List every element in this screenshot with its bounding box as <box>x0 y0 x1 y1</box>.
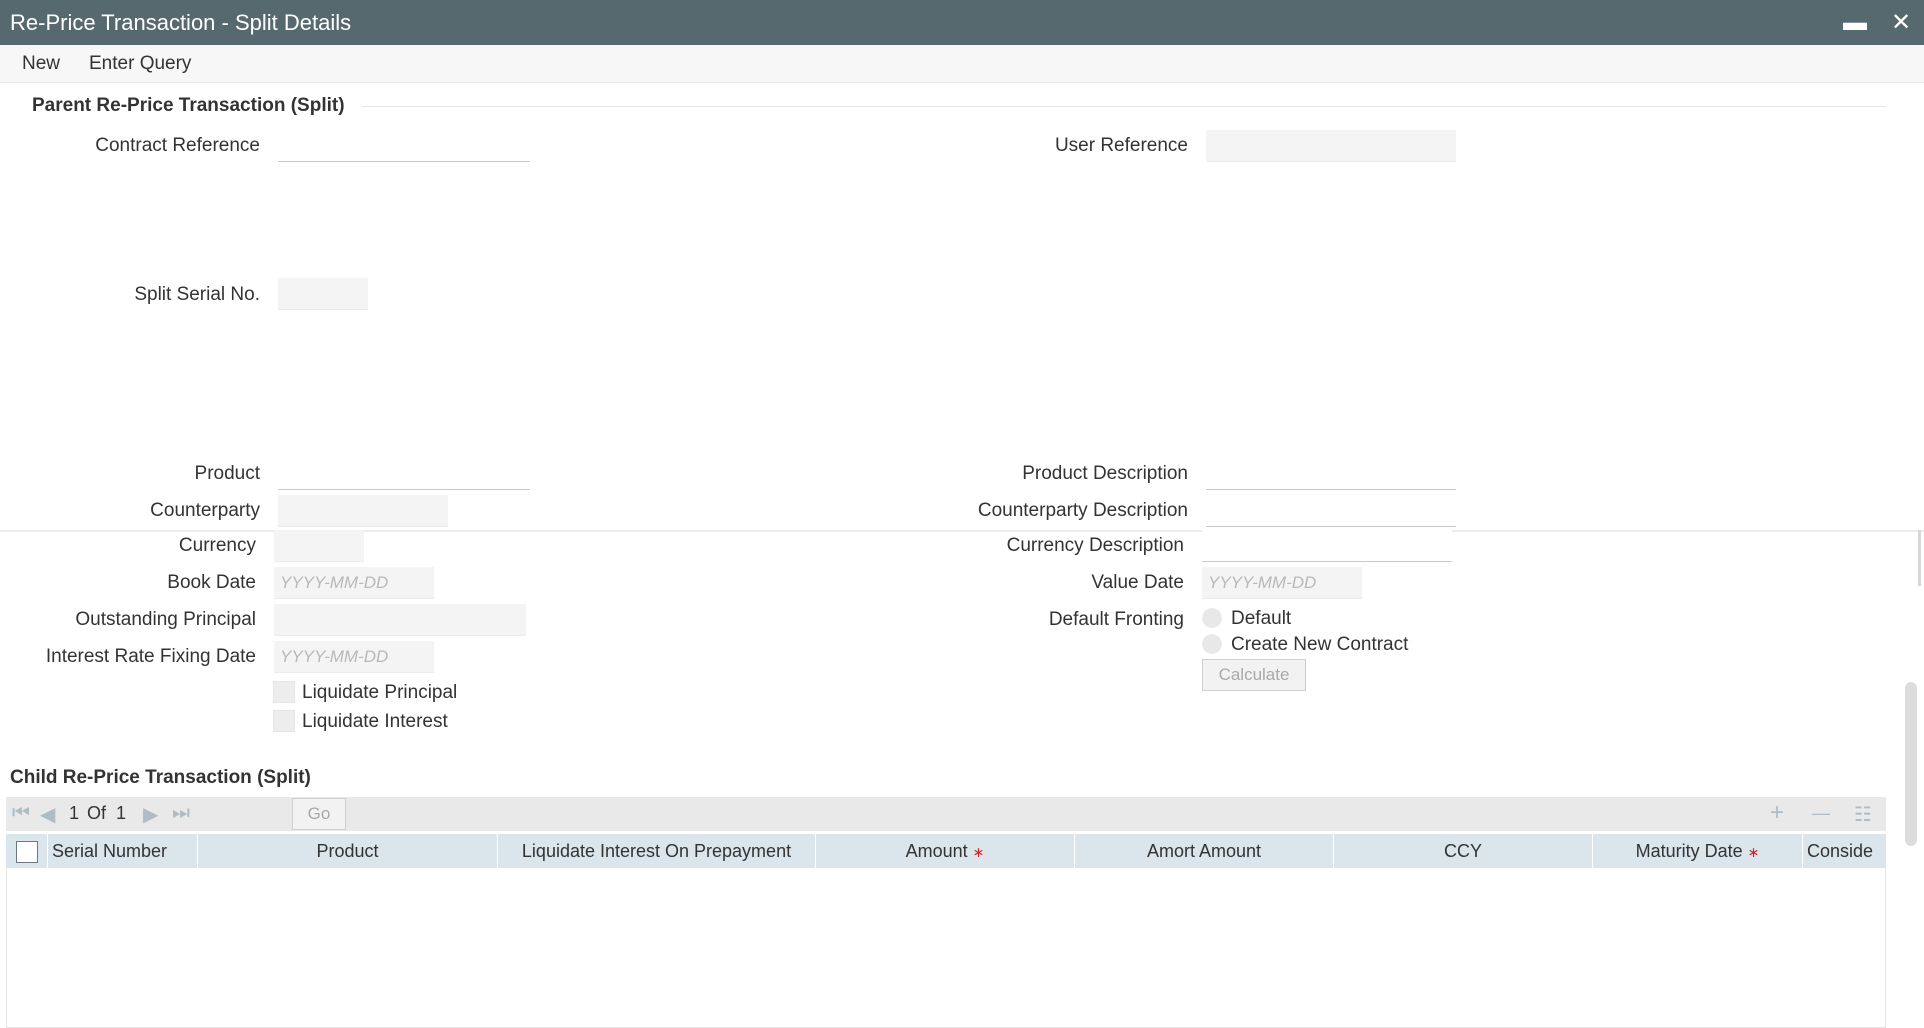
product-description-label: Product Description <box>1022 463 1188 484</box>
select-all-cell <box>6 834 48 868</box>
liquidate-principal-label: Liquidate Principal <box>302 682 458 703</box>
last-page-icon[interactable]: ⏭ <box>172 802 190 825</box>
grid-toolbar: ⏮ ◀ 1 Of 1 ▶ ⏭ Go + — ☷ <box>6 797 1886 831</box>
parent-section-title: Parent Re-Price Transaction (Split) <box>32 95 345 116</box>
column-conside[interactable]: Conside <box>1803 834 1886 868</box>
child-section-title: Child Re-Price Transaction (Split) <box>10 767 311 788</box>
enter-query-button[interactable]: Enter Query <box>89 53 191 75</box>
total-pages: 1 <box>116 803 127 823</box>
currency-description-label: Currency Description <box>1006 535 1184 556</box>
value-date-input[interactable]: YYYY-MM-DD <box>1202 567 1362 599</box>
book-date-label: Book Date <box>167 572 256 593</box>
liquidate-principal-checkbox[interactable] <box>273 681 295 703</box>
view-row-icon[interactable]: ☷ <box>1854 802 1872 827</box>
go-button[interactable]: Go <box>292 798 346 830</box>
product-label: Product <box>194 463 260 484</box>
outstanding-principal-label: Outstanding Principal <box>75 609 256 630</box>
section-divider <box>362 106 1886 107</box>
default-radio[interactable] <box>1202 608 1222 628</box>
counterparty-label: Counterparty <box>150 500 260 521</box>
split-serial-input[interactable] <box>278 278 368 310</box>
column-liquidate-interest-on-prepayment[interactable]: Liquidate Interest On Prepayment <box>498 834 816 868</box>
value-date-label: Value Date <box>1091 572 1184 593</box>
default-fronting-label: Default Fronting <box>1048 609 1184 630</box>
counterparty-input[interactable] <box>278 495 448 527</box>
outstanding-principal-input[interactable] <box>274 604 526 636</box>
close-icon[interactable]: ✕ <box>1886 8 1916 38</box>
next-page-icon[interactable]: ▶ <box>143 802 158 827</box>
new-button[interactable]: New <box>22 53 60 75</box>
minimize-icon[interactable]: ▬ <box>1840 8 1870 38</box>
user-reference-label: User Reference <box>1054 135 1188 156</box>
page-of-label: Of <box>87 803 107 823</box>
remove-row-icon[interactable]: — <box>1812 803 1830 824</box>
toolbar: New Enter Query <box>0 45 1924 83</box>
select-all-checkbox[interactable] <box>16 841 38 863</box>
product-description-input[interactable] <box>1206 458 1456 490</box>
window-title: Re-Price Transaction - Split Details <box>10 10 352 35</box>
column-amount-label: Amount <box>905 841 968 861</box>
upper-scrollbar[interactable] <box>1918 530 1921 586</box>
product-input[interactable] <box>278 458 530 490</box>
column-serial-number[interactable]: Serial Number <box>48 834 198 868</box>
currency-label: Currency <box>178 535 256 556</box>
add-row-icon[interactable]: + <box>1770 799 1784 827</box>
interest-rate-fixing-date-input[interactable]: YYYY-MM-DD <box>274 641 434 673</box>
first-page-icon[interactable]: ⏮ <box>12 802 30 825</box>
required-marker: ∗ <box>972 844 985 860</box>
split-serial-label: Split Serial No. <box>134 284 260 305</box>
default-radio-label: Default <box>1231 608 1292 629</box>
column-maturity-date-label: Maturity Date <box>1635 841 1743 861</box>
book-date-input[interactable]: YYYY-MM-DD <box>274 567 434 599</box>
contract-reference-input[interactable] <box>278 130 530 162</box>
grid-body <box>6 868 1886 1028</box>
contract-reference-label: Contract Reference <box>95 135 260 156</box>
column-amort-amount[interactable]: Amort Amount <box>1075 834 1334 868</box>
user-reference-input[interactable] <box>1206 130 1456 162</box>
previous-page-icon[interactable]: ◀ <box>40 802 55 827</box>
column-ccy[interactable]: CCY <box>1334 834 1593 868</box>
interest-rate-fixing-date-label: Interest Rate Fixing Date <box>45 646 256 667</box>
column-amount[interactable]: Amount ∗ <box>816 834 1075 868</box>
column-maturity-date[interactable]: Maturity Date ∗ <box>1593 834 1803 868</box>
current-page: 1 <box>69 803 80 823</box>
create-new-contract-radio[interactable] <box>1202 634 1222 654</box>
liquidate-interest-checkbox[interactable] <box>273 710 295 732</box>
create-new-contract-radio-label: Create New Contract <box>1231 634 1409 655</box>
currency-input[interactable] <box>274 530 364 562</box>
window-title-bar: Re-Price Transaction - Split Details ▬ ✕ <box>0 0 1924 45</box>
currency-description-input[interactable] <box>1202 530 1452 562</box>
required-marker: ∗ <box>1747 844 1760 860</box>
liquidate-interest-label: Liquidate Interest <box>302 711 448 732</box>
counterparty-description-label: Counterparty Description <box>977 500 1188 521</box>
counterparty-description-input[interactable] <box>1206 495 1456 527</box>
column-product[interactable]: Product <box>198 834 498 868</box>
calculate-button[interactable]: Calculate <box>1202 659 1306 691</box>
vertical-scrollbar[interactable] <box>1905 682 1917 846</box>
page-number-input[interactable] <box>206 800 294 828</box>
grid-header: Serial Number Product Liquidate Interest… <box>6 834 1886 868</box>
